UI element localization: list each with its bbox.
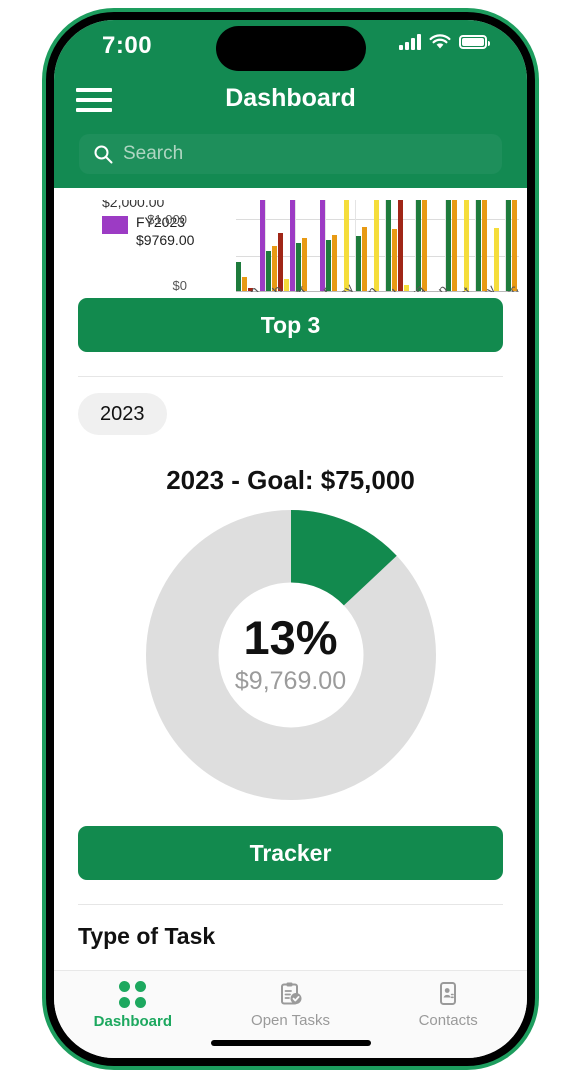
bar [284,279,289,291]
year-filter-chip[interactable]: 2023 [78,393,167,435]
scroll-content[interactable]: $2,000.00 FY2023 $9769.00 $1,000 $0 Top … [54,200,527,970]
bar [320,200,325,291]
legend-swatch-fy2023 [102,216,128,234]
bar [290,200,295,291]
divider-1 [78,376,503,377]
contact-card-icon [440,982,457,1005]
bar [374,200,379,291]
search-bar[interactable] [79,134,502,174]
tab-open-tasks-label: Open Tasks [251,1012,330,1029]
search-input[interactable] [123,143,488,165]
legend-series-amount: $9769.00 [136,231,195,248]
bar-group [236,200,266,291]
clipboard-check-icon [280,982,301,1005]
bar [452,200,457,291]
bar [446,200,451,291]
bar-group [266,200,296,291]
page-title: Dashboard [225,84,356,112]
plot-area [236,200,519,292]
search-region [54,128,527,188]
bar [506,200,511,291]
battery-icon [459,35,490,49]
donut-center-labels: 13% $9,769.00 [146,614,436,696]
wifi-icon [429,34,451,49]
bar [344,200,349,291]
tab-contacts-label: Contacts [418,1012,478,1029]
search-icon [94,145,113,164]
bar [332,235,337,291]
bar [398,200,403,291]
bar-group [386,200,416,291]
tracker-button[interactable]: Tracker [78,826,503,880]
bar [236,261,241,291]
phone-bezel: 7:00 Dashboard Search $2,000.00 FY2023 $… [46,12,535,1066]
bar-group [296,200,326,291]
dashboard-dots-icon [119,981,147,1008]
phone-screen: 7:00 Dashboard Search $2,000.00 FY2023 $… [54,20,527,1058]
bar [302,238,307,291]
bar [422,200,427,291]
status-time: 7:00 [102,32,153,59]
tab-dashboard[interactable]: Dashboard [54,971,212,1058]
legend-clipped-text: $2,000.00 [102,200,165,210]
bar [482,200,487,291]
bar-group [476,200,506,291]
goal-title: 2023 - Goal: $75,000 [166,465,415,495]
type-of-task-heading: Type of Task [78,923,216,949]
bar [278,233,283,291]
goal-donut-chart[interactable]: 13% $9,769.00 [145,510,436,800]
bar [386,200,391,291]
bar [392,228,397,291]
status-icons [399,34,490,50]
bar [464,200,469,291]
status-bar: 7:00 [54,20,527,76]
tab-contacts[interactable]: Contacts [369,971,527,1058]
bar [416,200,421,291]
signal-icon [399,34,421,50]
bar [326,239,331,291]
bar [494,227,499,291]
bar-group [506,200,519,291]
phone-frame: 7:00 Dashboard Search $2,000.00 FY2023 $… [42,8,539,1070]
bar-chart: $2,000.00 FY2023 $9769.00 $1,000 $0 [54,200,527,292]
bar-group [416,200,446,291]
bar [362,227,367,291]
tab-dashboard-label: Dashboard [93,1013,173,1030]
top3-button[interactable]: Top 3 [78,298,503,352]
bar-group [356,200,386,291]
bar [260,200,265,291]
bar [512,200,517,291]
bar [356,236,361,291]
plot-wrap: $1,000 $0 JanFebMarAprMayJunJulAugSepOct… [147,200,521,292]
app-bar: Dashboard [54,76,527,128]
y-tick-0: $0 [172,278,187,292]
bar-group [446,200,476,291]
bar-group [326,200,356,291]
home-indicator [210,1040,371,1046]
donut-amount: $9,769.00 [234,667,347,695]
dynamic-island [215,26,366,71]
donut-percent: 13% [243,611,338,664]
bar [476,200,481,291]
bar-chart-card[interactable]: $2,000.00 FY2023 $9769.00 $1,000 $0 [54,200,527,292]
y-tick-1000: $1,000 [147,212,187,227]
